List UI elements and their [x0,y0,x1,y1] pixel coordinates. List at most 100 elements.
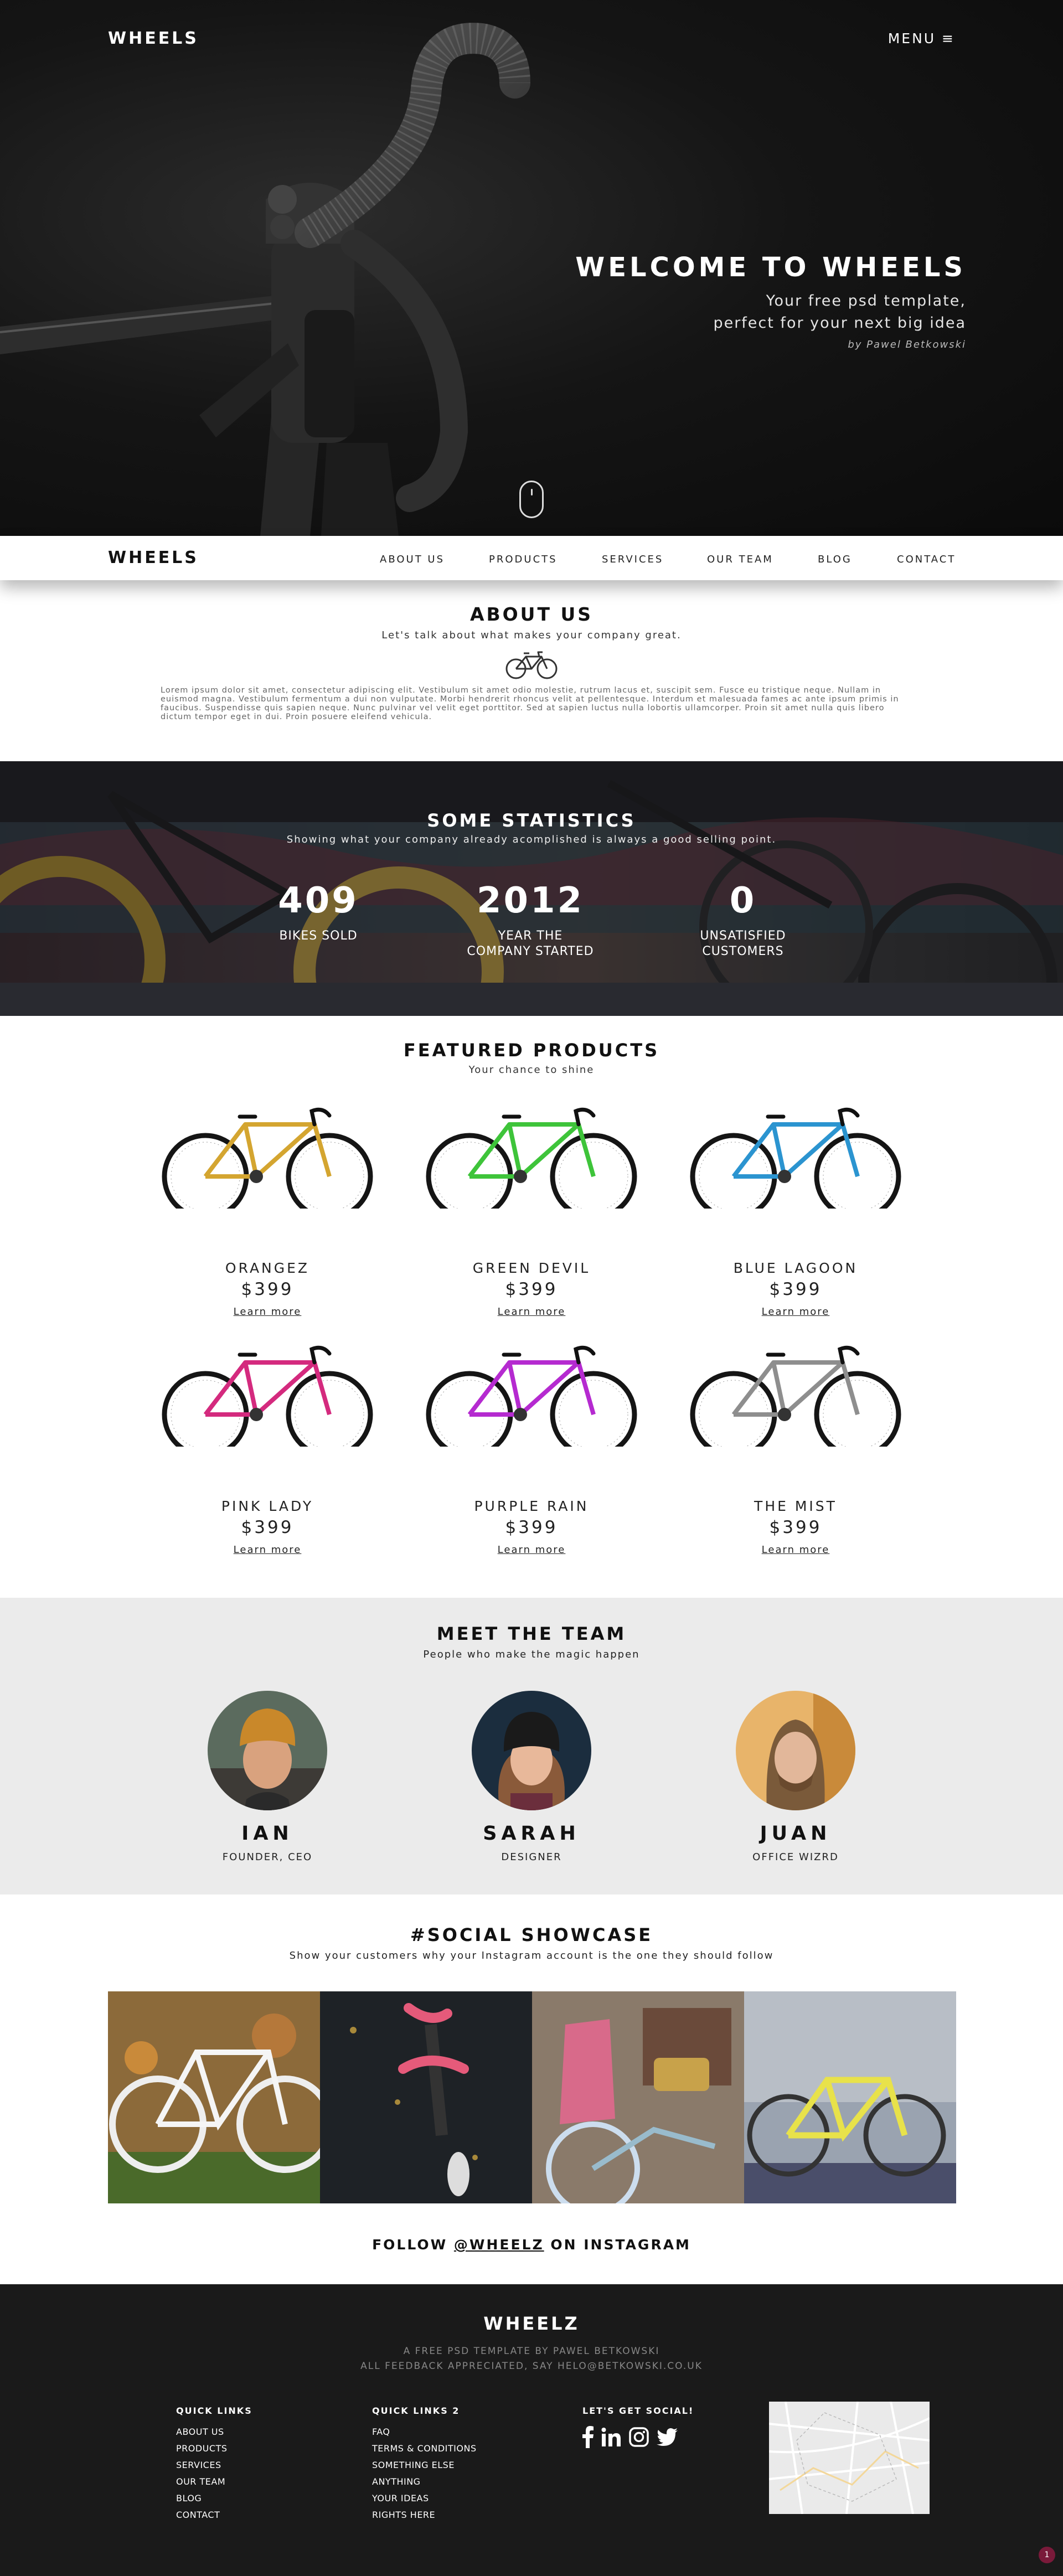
products-subtitle: Your chance to shine [468,1064,595,1076]
footer-link-terms[interactable]: TERMS & CONDITIONS [372,2440,477,2457]
product-card[interactable]: ORANGEZ $399 Learn more [157,1103,378,1319]
product-name: PINK LADY [221,1498,314,1514]
product-learn-more-link[interactable]: Learn more [157,1544,378,1556]
footer-social-col: LET'S GET SOCIAL! [582,2405,694,2448]
team-name-juan: JUAN [760,1823,832,1845]
linkedin-icon[interactable] [601,2427,621,2447]
footer-map[interactable] [769,2402,930,2514]
nav-item-blog[interactable]: BLOG [818,554,852,565]
team-role-ian: FOUNDER, CEO [222,1851,313,1863]
stat-bikes-sold-label: BIKES SOLD [279,929,358,943]
nav-logo[interactable]: WHEELS [108,548,199,567]
nav-item-about-us[interactable]: ABOUT US [380,554,445,565]
nav-item-our-team[interactable]: OUR TEAM [707,554,773,565]
footer: WHEELZ A FREE PSD TEMPLATE BY PAWEL BETK… [0,2284,1063,2576]
product-card[interactable]: THE MIST $399 Learn more [685,1341,906,1557]
sticky-nav-bar: WHEELS ABOUT US PRODUCTS SERVICES OUR TE… [0,536,1063,580]
instagram-photo-1[interactable] [108,1991,320,2203]
instagram-icon[interactable] [629,2427,649,2447]
product-bike-image [162,1345,373,1447]
stat-unsatisfied-number: 0 [729,880,757,921]
follow-prefix: FOLLOW [372,2237,448,2253]
products-title: FEATURED PRODUCTS [403,1040,660,1061]
nav-item-contact[interactable]: CONTACT [897,554,956,565]
stats-title: SOME STATISTICS [427,810,636,831]
stat-year-started-number: 2012 [476,880,585,921]
product-price: $399 [505,1279,558,1299]
product-learn-more-link[interactable]: Learn more [685,1544,906,1556]
footer-link-blog[interactable]: BLOG [176,2490,252,2507]
stats-subtitle: Showing what your company already acompl… [286,834,777,845]
instagram-photo-3[interactable] [532,1991,744,2203]
product-name: GREEN DEVIL [472,1260,591,1276]
product-price: $399 [241,1517,294,1537]
hero-section: WHEELS MENU ≡ WELCOME TO WHEELS Your fre… [0,0,1063,536]
product-card[interactable]: GREEN DEVIL $399 Learn more [421,1103,642,1319]
footer-link-about-us[interactable]: ABOUT US [176,2424,252,2440]
footer-credit-line: A FREE PSD TEMPLATE BY PAWEL BETKOWSKI [403,2346,660,2357]
product-learn-more-link[interactable]: Learn more [421,1544,642,1556]
stat-bikes-sold-number: 409 [278,880,359,921]
product-bike-image [690,1107,901,1209]
stat-unsatisfied-label-line1: UNSATISFIED [700,929,786,943]
footer-quick-links-col: QUICK LINKS ABOUT US PRODUCTS SERVICES O… [176,2405,252,2523]
footer-social-heading: LET'S GET SOCIAL! [582,2405,694,2416]
product-bike-image [162,1107,373,1209]
footer-link-faq[interactable]: FAQ [372,2424,477,2440]
nav-item-products[interactable]: PRODUCTS [489,554,558,565]
menu-button[interactable]: MENU ≡ [888,30,955,47]
footer-link-contact[interactable]: CONTACT [176,2507,252,2523]
product-name: THE MIST [754,1498,837,1514]
footer-quick-links-2-col: QUICK LINKS 2 FAQ TERMS & CONDITIONS SOM… [372,2405,477,2523]
team-subtitle: People who make the magic happen [423,1649,640,1660]
product-learn-more-link[interactable]: Learn more [421,1306,642,1318]
about-title: ABOUT US [469,603,594,625]
footer-logo[interactable]: WHEELZ [0,2313,1063,2334]
hero-subtitle-line2: perfect for your next big idea [713,314,966,332]
product-learn-more-link[interactable]: Learn more [685,1306,906,1318]
instagram-handle-link[interactable]: @WHEELZ [454,2237,544,2253]
scroll-down-mouse-icon[interactable] [519,481,544,518]
stat-unsatisfied-label-line2: CUSTOMERS [702,944,784,958]
footer-link-services[interactable]: SERVICES [176,2457,252,2474]
nav-item-services[interactable]: SERVICES [602,554,663,565]
stat-year-started-label-line2: COMPANY STARTED [467,944,594,958]
footer-link-something-else[interactable]: SOMETHING ELSE [372,2457,477,2474]
footer-link-products[interactable]: PRODUCTS [176,2440,252,2457]
product-name: PURPLE RAIN [474,1498,589,1514]
avatar-juan [736,1691,855,1810]
avatar-ian [208,1691,327,1810]
product-learn-more-link[interactable]: Learn more [157,1306,378,1318]
product-card[interactable]: PINK LADY $399 Learn more [157,1341,378,1557]
hero-byline: by Pawel Betkowski [848,339,966,350]
product-card[interactable]: BLUE LAGOON $399 Learn more [685,1103,906,1319]
bicycle-icon [505,651,558,679]
product-price: $399 [769,1279,822,1299]
product-card[interactable]: PURPLE RAIN $399 Learn more [421,1341,642,1557]
team-name-ian: IAN [241,1823,293,1845]
twitter-icon[interactable] [657,2428,678,2446]
avatar-sarah [472,1691,591,1810]
header-logo[interactable]: WHEELS [108,29,199,48]
about-body-text: Lorem ipsum dolor sit amet, consectetur … [161,686,899,721]
facebook-icon[interactable] [582,2426,594,2448]
social-subtitle: Show your customers why your Instagram a… [289,1950,774,1961]
social-title: #SOCIAL SHOWCASE [410,1924,653,1945]
product-price: $399 [769,1517,822,1537]
footer-link-your-ideas[interactable]: YOUR IDEAS [372,2490,477,2507]
notification-badge[interactable]: 1 [1039,2547,1055,2563]
product-name: ORANGEZ [225,1260,310,1276]
instagram-photo-2[interactable] [320,1991,532,2203]
instagram-photo-4[interactable] [744,1991,956,2203]
product-name: BLUE LAGOON [733,1260,858,1276]
footer-link-rights-here[interactable]: RIGHTS HERE [372,2507,477,2523]
product-bike-image [426,1345,637,1447]
footer-quick-links-heading: QUICK LINKS [176,2405,252,2416]
product-price: $399 [505,1517,558,1537]
team-name-sarah: SARAH [483,1823,580,1845]
follow-suffix: ON INSTAGRAM [550,2237,691,2253]
team-title: MEET THE TEAM [436,1623,627,1644]
footer-link-anything[interactable]: ANYTHING [372,2474,477,2490]
footer-feedback-line: ALL FEEDBACK APPRECIATED, SAY HELO@BETKO… [360,2361,703,2372]
footer-link-our-team[interactable]: OUR TEAM [176,2474,252,2490]
